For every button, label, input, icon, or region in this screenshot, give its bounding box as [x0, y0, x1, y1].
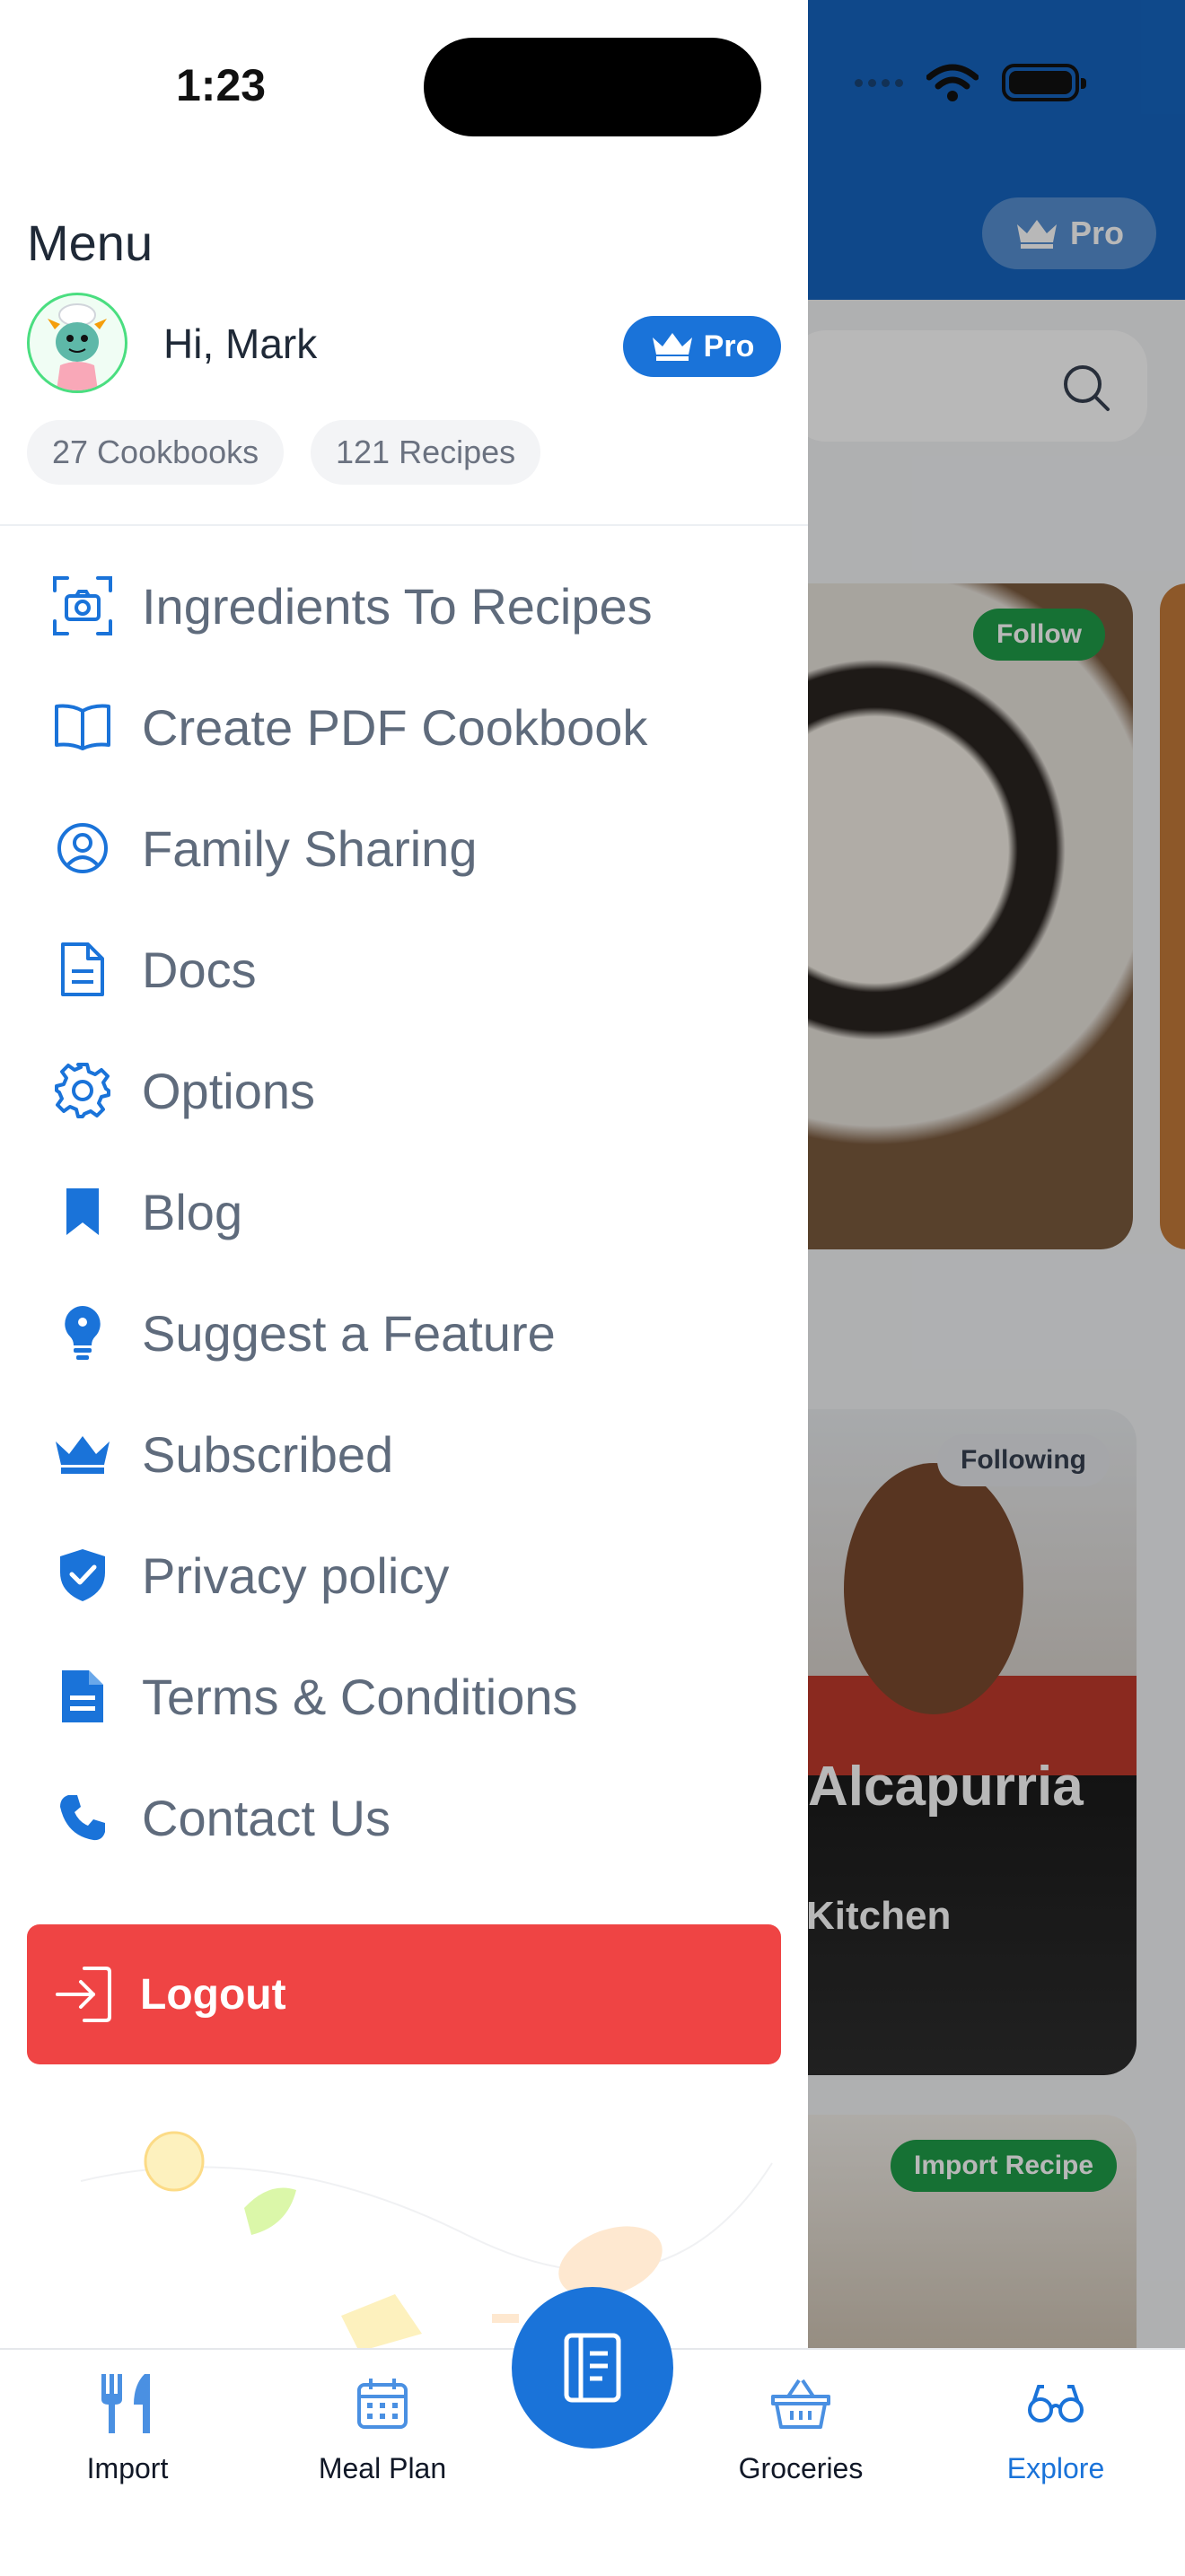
menu-item-label: Subscribed — [142, 1425, 394, 1483]
tab-import[interactable]: Import — [38, 2368, 217, 2485]
pro-badge[interactable]: Pro — [623, 316, 781, 377]
fork-knife-icon — [92, 2368, 163, 2440]
document-icon — [50, 937, 115, 1002]
menu-item-ingredients-to-recipes[interactable]: Ingredients To Recipes — [0, 556, 808, 655]
menu-item-label: Suggest a Feature — [142, 1304, 556, 1362]
tab-label: Meal Plan — [318, 2452, 447, 2484]
menu-item-privacy-policy[interactable]: Privacy policy — [0, 1526, 808, 1625]
menu-item-docs[interactable]: Docs — [0, 920, 808, 1019]
menu-item-options[interactable]: Options — [0, 1041, 808, 1140]
crown-icon — [50, 1422, 115, 1486]
user-greeting: Hi, Mark — [163, 320, 318, 367]
phone-icon — [50, 1785, 115, 1850]
menu-item-label: Contact Us — [142, 1789, 391, 1846]
dynamic-island — [424, 38, 761, 136]
menu-item-contact-us[interactable]: Contact Us — [0, 1768, 808, 1867]
menu-item-label: Privacy policy — [142, 1546, 450, 1604]
glasses-icon — [1020, 2368, 1092, 2440]
tab-groceries[interactable]: Groceries — [711, 2368, 891, 2485]
cookbook-icon — [564, 2333, 621, 2403]
status-time: 1:23 — [176, 60, 267, 110]
menu-item-blog[interactable]: Blog — [0, 1162, 808, 1261]
food-illustration-decoration — [80, 2131, 773, 2352]
menu-item-terms-conditions[interactable]: Terms & Conditions — [0, 1647, 808, 1746]
avatar[interactable] — [27, 293, 127, 393]
tab-label: Groceries — [738, 2452, 864, 2484]
menu-item-label: Docs — [142, 941, 257, 998]
crown-icon — [652, 333, 692, 361]
user-circle-icon — [50, 816, 115, 881]
menu-item-suggest-a-feature[interactable]: Suggest a Feature — [0, 1284, 808, 1382]
calendar-icon — [347, 2368, 418, 2440]
pro-badge-label: Pro — [703, 329, 755, 364]
menu-item-label: Create PDF Cookbook — [142, 698, 648, 756]
logout-icon — [56, 1967, 111, 2022]
shield-check-icon — [50, 1543, 115, 1608]
bookmark-icon — [50, 1179, 115, 1244]
menu-item-label: Options — [142, 1062, 315, 1119]
chef-avatar-icon — [48, 303, 107, 390]
menu-item-family-sharing[interactable]: Family Sharing — [0, 799, 808, 898]
tab-meal-plan[interactable]: Meal Plan — [293, 2368, 472, 2485]
file-text-icon — [50, 1664, 115, 1729]
cookbook-fab-button[interactable] — [512, 2287, 673, 2449]
menu-item-label: Blog — [142, 1183, 243, 1240]
basket-icon — [765, 2368, 837, 2440]
tab-label: Import — [86, 2452, 169, 2484]
logout-label: Logout — [140, 1970, 286, 2019]
tab-explore[interactable]: Explore — [966, 2368, 1146, 2485]
menu-item-label: Terms & Conditions — [142, 1668, 578, 1725]
recipes-count-chip[interactable]: 121 Recipes — [311, 420, 541, 485]
open-book-icon — [50, 695, 115, 759]
tab-label: Explore — [1006, 2452, 1105, 2484]
gear-icon — [50, 1058, 115, 1123]
menu-title: Menu — [27, 215, 154, 271]
cookbooks-count-chip[interactable]: 27 Cookbooks — [27, 420, 285, 485]
camera-scan-icon — [50, 574, 115, 638]
menu-item-label: Ingredients To Recipes — [142, 577, 653, 635]
logout-button[interactable]: Logout — [27, 1924, 781, 2064]
menu-item-label: Family Sharing — [142, 819, 478, 877]
lightbulb-icon — [50, 1301, 115, 1365]
side-menu-drawer: 1:23 Menu Hi, Mark Pro 27 Cookbooks 121 … — [0, 0, 808, 2352]
menu-item-create-pdf-cookbook[interactable]: Create PDF Cookbook — [0, 678, 808, 776]
menu-item-subscribed[interactable]: Subscribed — [0, 1405, 808, 1503]
header-divider — [0, 524, 808, 526]
